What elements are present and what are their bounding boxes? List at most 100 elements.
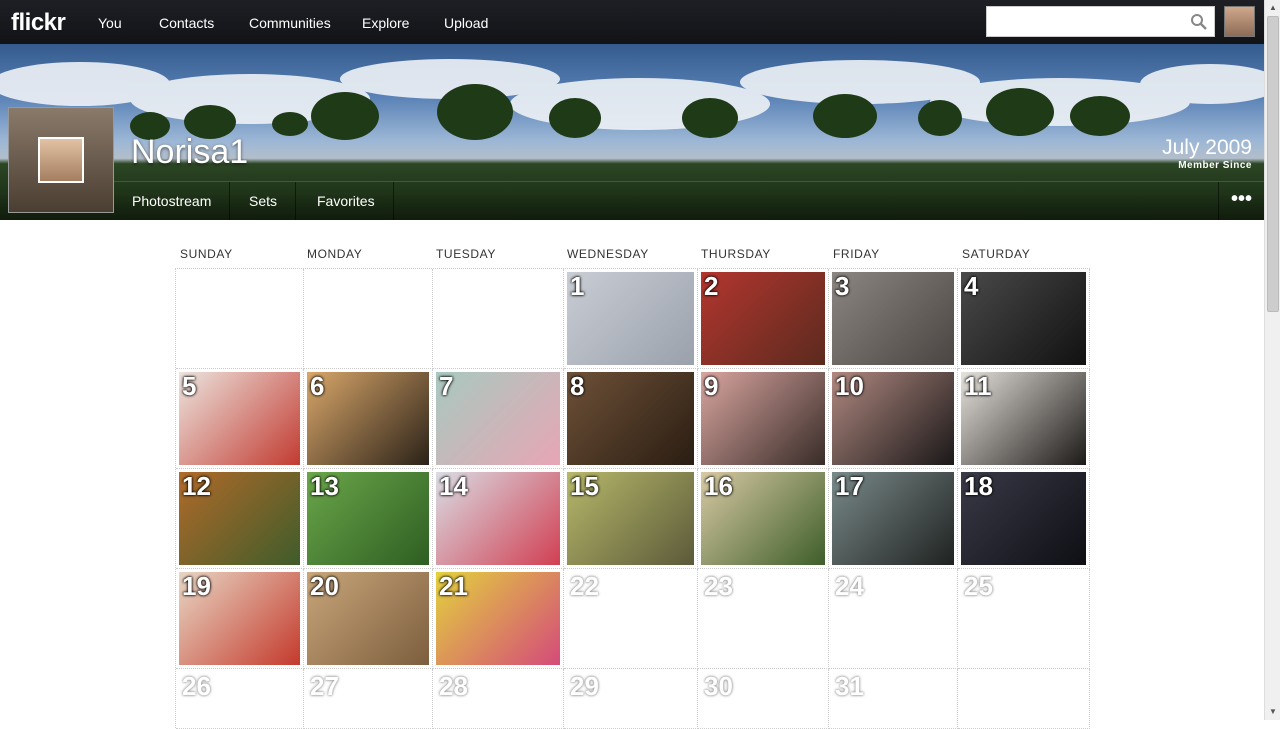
calendar-day-9[interactable]: 9 <box>698 369 829 469</box>
calendar-day-10[interactable]: 10 <box>829 369 958 469</box>
day-number: 23 <box>704 571 733 601</box>
calendar-day-3[interactable]: 3 <box>829 269 958 369</box>
calendar-day-12[interactable]: 12 <box>176 469 304 569</box>
day-photo-thumbnail[interactable] <box>567 272 694 365</box>
calendar-day-22: 22 <box>564 569 698 669</box>
day-number: 28 <box>439 671 468 701</box>
calendar-day-7[interactable]: 7 <box>433 369 564 469</box>
calendar-day-15[interactable]: 15 <box>564 469 698 569</box>
day-photo-thumbnail[interactable] <box>436 372 560 465</box>
day-number: 31 <box>835 671 864 701</box>
search-icon[interactable] <box>1190 13 1208 31</box>
day-number: 12 <box>182 471 211 501</box>
calendar-day-16[interactable]: 16 <box>698 469 829 569</box>
profile-avatar[interactable] <box>8 107 114 213</box>
scroll-thumb[interactable] <box>1267 16 1279 312</box>
day-photo-thumbnail[interactable] <box>179 372 300 465</box>
day-number: 9 <box>704 371 719 401</box>
day-number: 18 <box>964 471 993 501</box>
day-number: 20 <box>310 571 339 601</box>
day-photo-thumbnail[interactable] <box>307 372 429 465</box>
calendar-day-5[interactable]: 5 <box>176 369 304 469</box>
more-options-button[interactable]: ••• <box>1218 182 1264 220</box>
day-number: 2 <box>704 271 719 301</box>
nav-explore[interactable]: Explore <box>362 15 409 31</box>
calendar-day-26: 26 <box>176 669 304 729</box>
day-number: 5 <box>182 371 197 401</box>
weekday-sunday: SUNDAY <box>180 247 233 261</box>
day-photo-thumbnail[interactable] <box>961 272 1086 365</box>
scroll-up-arrow-icon[interactable]: ▲ <box>1265 0 1280 16</box>
day-number: 22 <box>570 571 599 601</box>
day-photo-thumbnail[interactable] <box>701 272 825 365</box>
calendar-day-18[interactable]: 18 <box>958 469 1090 569</box>
nav-communities[interactable]: Communities <box>249 15 331 31</box>
nav-you[interactable]: You <box>98 15 122 31</box>
calendar-day-24: 24 <box>829 569 958 669</box>
weekday-saturday: SATURDAY <box>962 247 1031 261</box>
cover-banner: Norisa1 July 2009 Member Since Photostre… <box>0 44 1264 220</box>
calendar-day-4[interactable]: 4 <box>958 269 1090 369</box>
calendar-day-28: 28 <box>433 669 564 729</box>
vertical-scrollbar[interactable]: ▲ ▼ <box>1264 0 1280 720</box>
user-avatar[interactable] <box>1224 6 1255 37</box>
calendar-day-27: 27 <box>304 669 433 729</box>
calendar-day-21[interactable]: 21 <box>433 569 564 669</box>
day-number: 11 <box>964 371 992 401</box>
calendar-day-14[interactable]: 14 <box>433 469 564 569</box>
day-number: 25 <box>964 571 993 601</box>
day-number: 26 <box>182 671 211 701</box>
calendar-day-29: 29 <box>564 669 698 729</box>
top-nav-bar: flickr You Contacts Communities Explore … <box>0 0 1264 44</box>
calendar-day-25: 25 <box>958 569 1090 669</box>
day-number: 24 <box>835 571 864 601</box>
calendar-blank-cell <box>958 669 1090 729</box>
calendar-day-2[interactable]: 2 <box>698 269 829 369</box>
calendar-day-19[interactable]: 19 <box>176 569 304 669</box>
calendar-day-30: 30 <box>698 669 829 729</box>
calendar-blank-cell <box>176 269 304 369</box>
tab-favorites[interactable]: Favorites <box>299 182 394 220</box>
calendar-day-23: 23 <box>698 569 829 669</box>
calendar-blank-cell <box>433 269 564 369</box>
nav-upload[interactable]: Upload <box>444 15 488 31</box>
scroll-down-arrow-icon[interactable]: ▼ <box>1265 704 1280 720</box>
day-number: 29 <box>570 671 599 701</box>
profile-username: Norisa1 <box>131 133 249 171</box>
profile-avatar-photo <box>38 137 84 183</box>
weekday-tuesday: TUESDAY <box>436 247 496 261</box>
calendar-day-13[interactable]: 13 <box>304 469 433 569</box>
calendar-day-8[interactable]: 8 <box>564 369 698 469</box>
flickr-logo[interactable]: flickr <box>11 9 66 37</box>
day-number: 1 <box>570 271 585 301</box>
search-input[interactable] <box>986 6 1215 37</box>
day-photo-thumbnail[interactable] <box>701 372 825 465</box>
day-photo-thumbnail[interactable] <box>832 272 954 365</box>
day-number: 13 <box>310 471 339 501</box>
weekday-monday: MONDAY <box>307 247 363 261</box>
weekday-thursday: THURSDAY <box>701 247 771 261</box>
calendar-day-11[interactable]: 11 <box>958 369 1090 469</box>
tab-photostream[interactable]: Photostream <box>114 182 231 220</box>
day-number: 3 <box>835 271 850 301</box>
calendar-day-31: 31 <box>829 669 958 729</box>
day-number: 4 <box>964 271 979 301</box>
calendar-day-20[interactable]: 20 <box>304 569 433 669</box>
day-number: 7 <box>439 371 454 401</box>
nav-contacts[interactable]: Contacts <box>159 15 214 31</box>
day-number: 10 <box>835 371 864 401</box>
calendar-blank-cell <box>304 269 433 369</box>
day-number: 27 <box>310 671 339 701</box>
tab-sets[interactable]: Sets <box>231 182 297 220</box>
day-number: 8 <box>570 371 585 401</box>
calendar-day-1[interactable]: 1 <box>564 269 698 369</box>
calendar-day-17[interactable]: 17 <box>829 469 958 569</box>
calendar-grid: 1 2 3 4 5 6 7 8 9 10 11 12 13 14 15 16 17 18 19 20 21 22 23 24 2… <box>175 268 1090 729</box>
day-number: 15 <box>570 471 599 501</box>
profile-tabs: Photostream Sets Favorites ••• <box>114 181 1264 220</box>
day-number: 30 <box>704 671 733 701</box>
calendar-day-6[interactable]: 6 <box>304 369 433 469</box>
member-since-date: July 2009 <box>1162 136 1252 159</box>
day-photo-thumbnail[interactable] <box>567 372 694 465</box>
day-number: 21 <box>439 571 468 601</box>
